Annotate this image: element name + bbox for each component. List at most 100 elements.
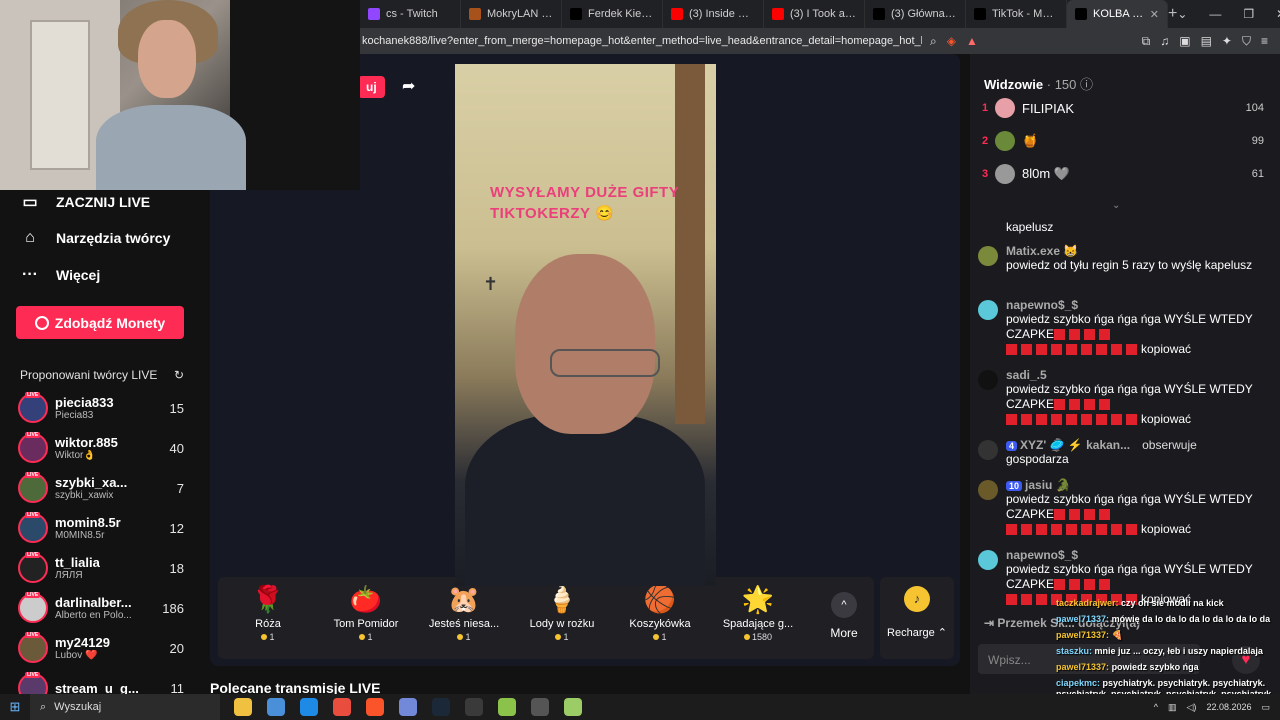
notification-icon[interactable]: ▭ xyxy=(1261,702,1270,713)
chat-username[interactable]: napewno$_$ xyxy=(1006,298,1078,312)
browser-tab[interactable]: (3) I Took an Amaz xyxy=(764,0,865,28)
taskbar-app-icon[interactable] xyxy=(465,698,483,716)
browser-tab[interactable]: MokryLAN - Turnie xyxy=(461,0,562,28)
suggested-creator[interactable]: LIVE tt_lialia ЛЯЛЯ 18 xyxy=(18,550,184,586)
top-viewer-row[interactable]: 1 FILIPIAK 104 xyxy=(982,96,1264,120)
sidebar-icon[interactable]: ▣ xyxy=(1179,34,1190,49)
live-badge: LIVE xyxy=(25,392,41,398)
avatar[interactable] xyxy=(978,480,998,500)
top-viewer-row[interactable]: 2 🍯 99 xyxy=(982,129,1264,153)
suggested-creator[interactable]: LIVE darlinalber... Alberto en Polo... 186 xyxy=(18,590,184,626)
zoom-icon[interactable]: ⌕ xyxy=(930,34,937,49)
red-square-emoji xyxy=(1066,524,1077,536)
close-window-button[interactable]: ✕ xyxy=(1276,7,1280,21)
sidebar-item-start-live[interactable]: ▭ ZACZNIJ LIVE xyxy=(20,192,150,212)
wallet-icon[interactable]: ▤ xyxy=(1201,34,1212,49)
taskbar-app-icon[interactable] xyxy=(234,698,252,716)
menu-icon[interactable]: ≡ xyxy=(1261,34,1268,49)
gift-icon: 🍦 xyxy=(545,584,579,614)
network-icon[interactable]: ▥ xyxy=(1168,702,1177,713)
chat-username[interactable]: napewno$_$ xyxy=(1006,548,1078,562)
sidebar-item-more[interactable]: ··· Więcej xyxy=(20,266,100,284)
taskbar-app-icon[interactable] xyxy=(333,698,351,716)
sidebar-item-creator-tools[interactable]: ⌂ Narzędzia twórcy xyxy=(20,229,170,247)
close-tab-icon[interactable]: ✕ xyxy=(1150,8,1159,21)
more-gifts-button[interactable]: ^ More xyxy=(824,592,864,640)
suggested-creator[interactable]: LIVE my24129 Lubov ❤️ 20 xyxy=(18,630,184,666)
windows-start-icon[interactable]: ⊞ xyxy=(0,699,30,715)
avatar[interactable] xyxy=(978,370,998,390)
creator-username: piecia833 xyxy=(55,395,114,410)
browser-tab[interactable]: TikTok - Make You xyxy=(966,0,1067,28)
get-coins-button[interactable]: Zdobądź Monety xyxy=(16,306,184,339)
gift-price: 1 xyxy=(514,632,610,642)
level-badge: 4 xyxy=(1006,441,1018,451)
taskbar-app-icon[interactable] xyxy=(498,698,516,716)
tab-title: KOLBA (@k xyxy=(1093,8,1144,20)
tab-search-icon[interactable]: ⌄ xyxy=(1177,7,1187,21)
recharge-button[interactable]: ♪ Recharge ⌃ xyxy=(880,577,954,659)
taskbar-app-icon[interactable] xyxy=(399,698,417,716)
clock[interactable]: 22.08.2026 xyxy=(1206,702,1251,712)
avatar[interactable] xyxy=(978,440,998,460)
tab-favicon-icon xyxy=(469,8,481,20)
extensions-icon[interactable]: ⧉ xyxy=(1142,34,1151,49)
creator-display-name: Piecia83 xyxy=(55,410,94,421)
gift-item[interactable]: 🌟 Spadające g... 1580 xyxy=(710,583,806,642)
taskbar-app-icon[interactable] xyxy=(432,698,450,716)
brave-shield-icon[interactable]: ◈ xyxy=(947,34,956,48)
viewer-count: 7 xyxy=(176,480,184,496)
browser-tab[interactable]: KOLBA (@k ✕ xyxy=(1067,0,1168,28)
suggested-creator[interactable]: LIVE szybki_xa... szybki_xawix 7 xyxy=(18,470,184,506)
live-stream-video[interactable]: ✝ WYSYŁAMY DUŻE GIFTY TIKTOKERZY 😊 xyxy=(455,64,716,586)
chat-username[interactable]: XYZ' 🥏 ⚡ kakan... xyxy=(1020,438,1130,452)
avatar[interactable] xyxy=(978,300,998,320)
gift-item[interactable]: 🌹 Róża 1 xyxy=(220,583,316,642)
suggested-creator[interactable]: LIVE piecia833 Piecia83 15 xyxy=(18,390,184,426)
vpn-icon[interactable]: ⛉ xyxy=(1242,34,1251,49)
avatar[interactable] xyxy=(978,550,998,570)
suggested-creator[interactable]: LIVE wiktor.885 Wiktor👌 40 xyxy=(18,430,184,466)
media-icon[interactable]: ♫ xyxy=(1160,34,1169,49)
taskbar-app-icon[interactable] xyxy=(366,698,384,716)
info-icon[interactable]: ⓘ xyxy=(1080,77,1093,92)
tab-favicon-icon xyxy=(368,8,380,20)
taskbar-app-icon[interactable] xyxy=(564,698,582,716)
refresh-icon[interactable]: ↻ xyxy=(174,368,184,382)
url-field[interactable]: kochanek888/live?enter_from_merge=homepa… xyxy=(362,35,922,47)
suggested-creator[interactable]: LIVE momin8.5r M0MIN8.5r 12 xyxy=(18,510,184,546)
door xyxy=(30,20,90,170)
red-square-emoji xyxy=(1054,579,1066,591)
ai-icon[interactable]: ✦ xyxy=(1222,34,1232,49)
creator-username: darlinalber... xyxy=(55,595,132,610)
taskbar-app-icon[interactable] xyxy=(531,698,549,716)
follow-button[interactable]: uj xyxy=(358,76,385,98)
new-tab-button[interactable]: + xyxy=(1168,5,1177,23)
browser-tab[interactable]: (3) Główna / X xyxy=(865,0,966,28)
rewards-icon[interactable]: ▲ xyxy=(966,34,978,48)
avatar[interactable] xyxy=(978,246,998,266)
browser-tab[interactable]: cs - Twitch xyxy=(360,0,461,28)
chevron-up-icon[interactable]: ^ xyxy=(1154,702,1158,712)
gift-item[interactable]: 🍅 Tom Pomidor 1 xyxy=(318,583,414,642)
top-viewer-row[interactable]: 3 8l0m 🩶 61 xyxy=(982,162,1264,186)
chat-username[interactable]: Matix.exe 😸 xyxy=(1006,244,1078,258)
minimize-button[interactable]: — xyxy=(1209,7,1221,21)
taskbar-app-icon[interactable] xyxy=(267,698,285,716)
share-icon[interactable]: ➦ xyxy=(402,76,415,96)
chevron-down-icon[interactable]: ⌄ xyxy=(1112,200,1120,211)
taskbar-search[interactable]: ⌕ Wyszukaj xyxy=(30,694,220,720)
chat-username[interactable]: sadi_.5 xyxy=(1006,368,1047,382)
chat-username[interactable]: jasiu 🐊 xyxy=(1025,478,1071,492)
browser-tab[interactable]: (3) Inside Hong Ko xyxy=(663,0,764,28)
gift-price: 1 xyxy=(318,632,414,642)
overlay-line-2: TIKTOKERZY 😊 xyxy=(490,205,615,222)
browser-tab[interactable]: Ferdek Kiepski Klu xyxy=(562,0,663,28)
chat-text: kapelusz xyxy=(1006,220,1272,235)
gift-item[interactable]: 🏀 Koszykówka 1 xyxy=(612,583,708,642)
gift-item[interactable]: 🐹 Jesteś niesa... 1 xyxy=(416,583,512,642)
gift-item[interactable]: 🍦 Lody w rożku 1 xyxy=(514,583,610,642)
maximize-button[interactable]: ❐ xyxy=(1243,7,1254,21)
volume-icon[interactable]: ◁) xyxy=(1187,702,1197,713)
taskbar-app-icon[interactable] xyxy=(300,698,318,716)
